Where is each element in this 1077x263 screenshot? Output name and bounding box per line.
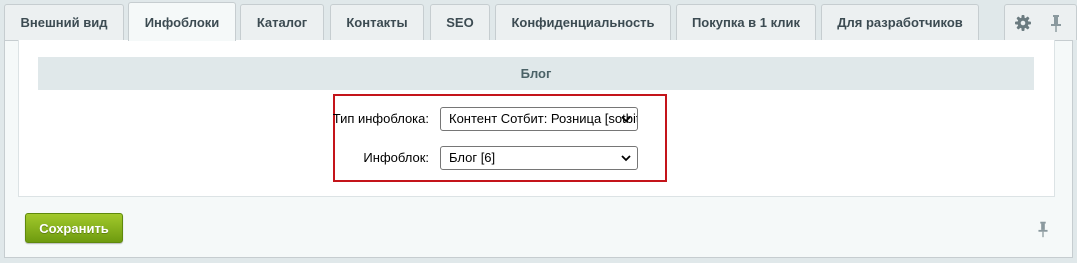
iblock-select[interactable]: Блог [6]	[440, 146, 638, 170]
tab-infoblocks[interactable]: Инфоблоки	[128, 2, 236, 41]
tab-seo[interactable]: SEO	[430, 4, 490, 40]
tab-bar: Внешний вид Инфоблоки Каталог Контакты S…	[0, 0, 1077, 41]
pin-icon[interactable]	[1045, 12, 1067, 34]
tab-privacy[interactable]: Конфиденциальность	[495, 4, 671, 40]
save-button[interactable]: Сохранить	[25, 213, 123, 243]
tab-appearance[interactable]: Внешний вид	[4, 4, 124, 40]
tab-tools	[1004, 4, 1077, 40]
chevron-down-icon	[621, 116, 631, 123]
iblock-value: Блог [6]	[449, 150, 496, 165]
gear-icon[interactable]	[1012, 12, 1034, 34]
iblock-type-value: Контент Сотбит: Розница [sotbit_b2c]	[449, 111, 637, 126]
iblock-label: Инфоблок:	[363, 150, 429, 165]
tab-developers[interactable]: Для разработчиков	[821, 4, 979, 40]
pin-icon[interactable]	[1033, 219, 1053, 239]
tab-one-click[interactable]: Покупка в 1 клик	[676, 4, 816, 40]
iblock-type-select[interactable]: Контент Сотбит: Розница [sotbit_b2c]	[440, 107, 638, 131]
section-title: Блог	[38, 57, 1034, 90]
chevron-down-icon	[621, 155, 631, 162]
iblock-settings-area: Блог Тип инфоблока: Контент Сотбит: Розн…	[18, 40, 1055, 197]
tab-catalog[interactable]: Каталог	[240, 4, 324, 40]
settings-panel: Блог Тип инфоблока: Контент Сотбит: Розн…	[4, 40, 1073, 258]
iblock-type-label: Тип инфоблока:	[332, 111, 429, 126]
tab-contacts[interactable]: Контакты	[330, 4, 424, 40]
